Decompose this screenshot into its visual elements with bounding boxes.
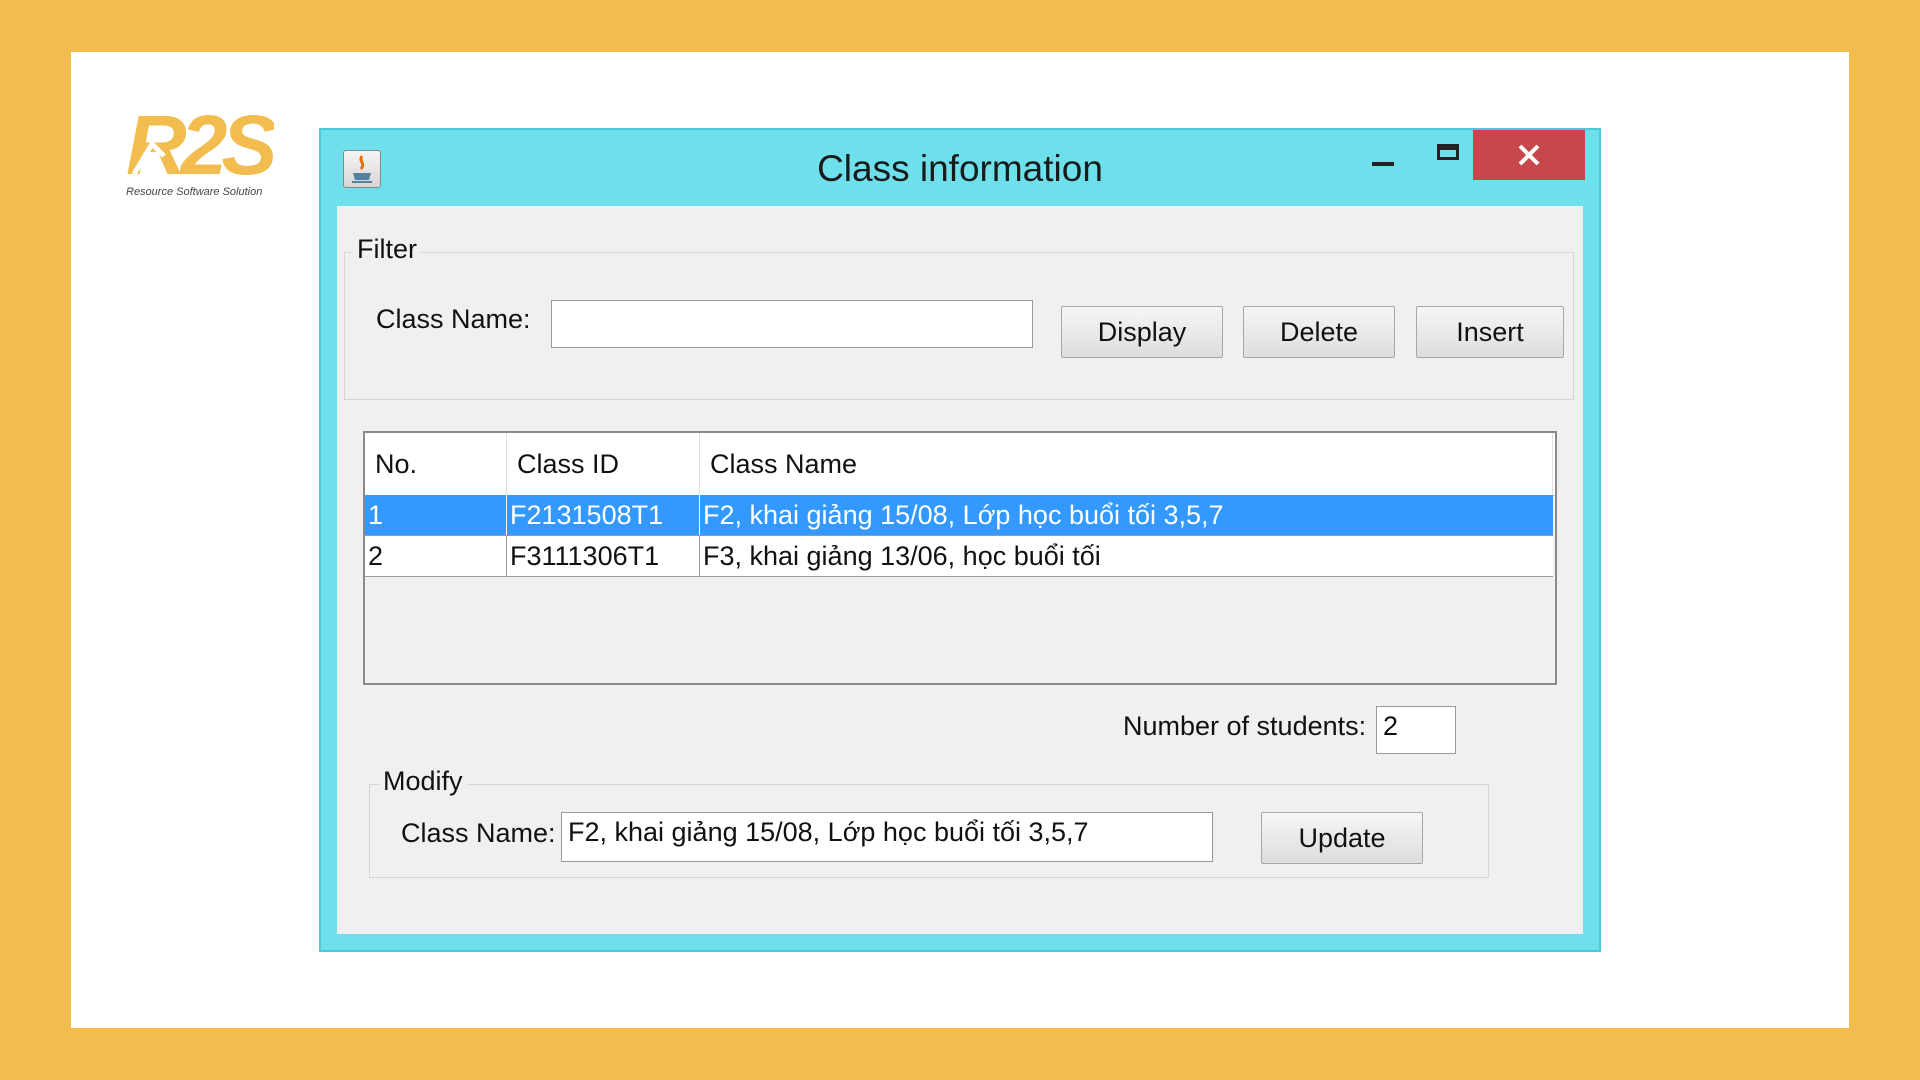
number-of-students-label: Number of students: [1123, 711, 1367, 741]
column-header-class-id[interactable]: Class ID [507, 433, 700, 495]
r2s-logo-mark: R2S [126, 104, 274, 184]
class-information-window: Class information Filter Class Name: Dis… [319, 128, 1601, 952]
delete-button[interactable]: Delete [1243, 306, 1395, 358]
cell-class-id: F3111306T1 [507, 536, 700, 576]
minimize-button[interactable] [1347, 130, 1413, 180]
modify-class-name-label: Class Name: [401, 818, 556, 848]
number-of-students-field[interactable]: 2 [1376, 706, 1456, 754]
close-button[interactable] [1473, 130, 1585, 180]
insert-button[interactable]: Insert [1416, 306, 1564, 358]
window-content: Filter Class Name: Display Delete Insert… [337, 206, 1583, 934]
class-table[interactable]: No. Class ID Class Name 1 F2131508T1 F2,… [363, 431, 1557, 685]
close-icon [1518, 144, 1540, 166]
title-bar[interactable]: Class information [321, 130, 1599, 206]
table-row[interactable]: 1 F2131508T1 F2, khai giảng 15/08, Lớp h… [365, 495, 1553, 535]
logo-tagline: Resource Software Solution [126, 186, 263, 198]
cell-no: 1 [365, 495, 507, 535]
minimize-icon [1372, 162, 1394, 166]
cell-class-name: F2, khai giảng 15/08, Lớp học buổi tối 3… [703, 500, 1224, 530]
maximize-icon [1437, 144, 1459, 160]
column-header-class-name[interactable]: Class Name [700, 433, 1553, 495]
column-header-no[interactable]: No. [365, 433, 507, 495]
display-button[interactable]: Display [1061, 306, 1223, 358]
cell-class-id: F2131508T1 [507, 495, 700, 535]
cell-class-name: F3, khai giảng 13/06, học buổi tối [703, 541, 1101, 571]
modify-legend: Modify [379, 766, 467, 797]
filter-legend: Filter [353, 234, 421, 265]
modify-class-name-input[interactable]: F2, khai giảng 15/08, Lớp học buổi tối 3… [561, 812, 1213, 862]
filter-class-name-label: Class Name: [376, 304, 531, 334]
table-header: No. Class ID Class Name [365, 433, 1555, 496]
table-row[interactable]: 2 F3111306T1 F3, khai giảng 13/06, học b… [365, 535, 1553, 577]
update-button[interactable]: Update [1261, 812, 1423, 864]
svg-text:R2S: R2S [126, 104, 274, 184]
cell-no: 2 [365, 536, 507, 576]
r2s-logo: R2S Resource Software Solution [124, 104, 284, 204]
maximize-button[interactable] [1413, 130, 1479, 180]
filter-class-name-input[interactable] [551, 300, 1033, 348]
